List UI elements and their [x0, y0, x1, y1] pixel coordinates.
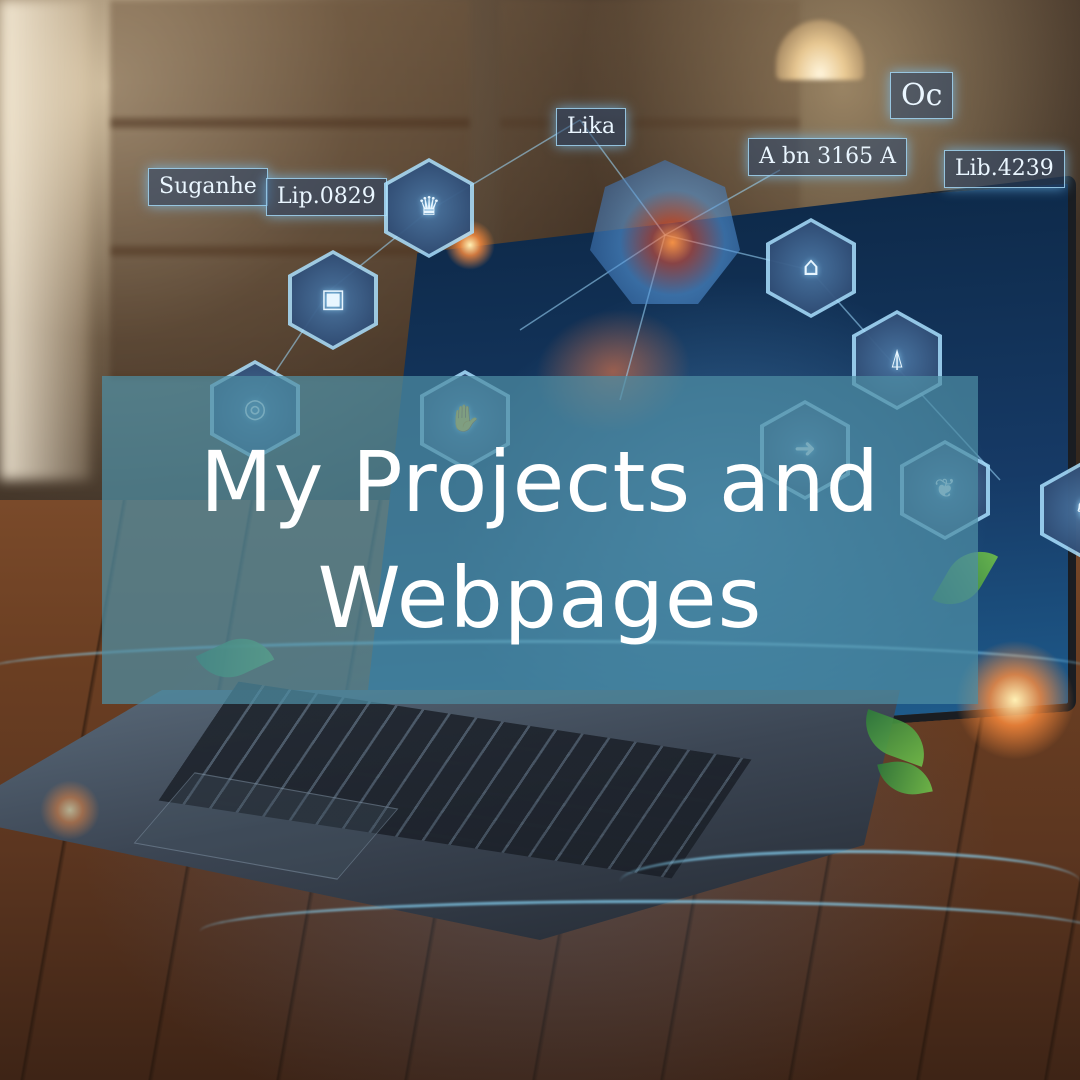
hologram-label: Lip.0829	[266, 178, 387, 217]
hero-image: Suganhe Lip.0829 Lika A bn 3165 A Oc Lib…	[0, 0, 1080, 1080]
hologram-label: Suganhe	[148, 168, 268, 207]
hologram-label: Lika	[556, 108, 627, 147]
hologram-label: Oc	[890, 72, 954, 119]
page-title-line-1: My Projects and	[200, 433, 880, 531]
page-title-line-2: Webpages	[317, 549, 763, 647]
hologram-label: A bn 3165 A	[748, 138, 907, 177]
hologram-label: Lib.4239	[944, 150, 1065, 189]
title-banner: My Projects and Webpages	[102, 376, 978, 704]
